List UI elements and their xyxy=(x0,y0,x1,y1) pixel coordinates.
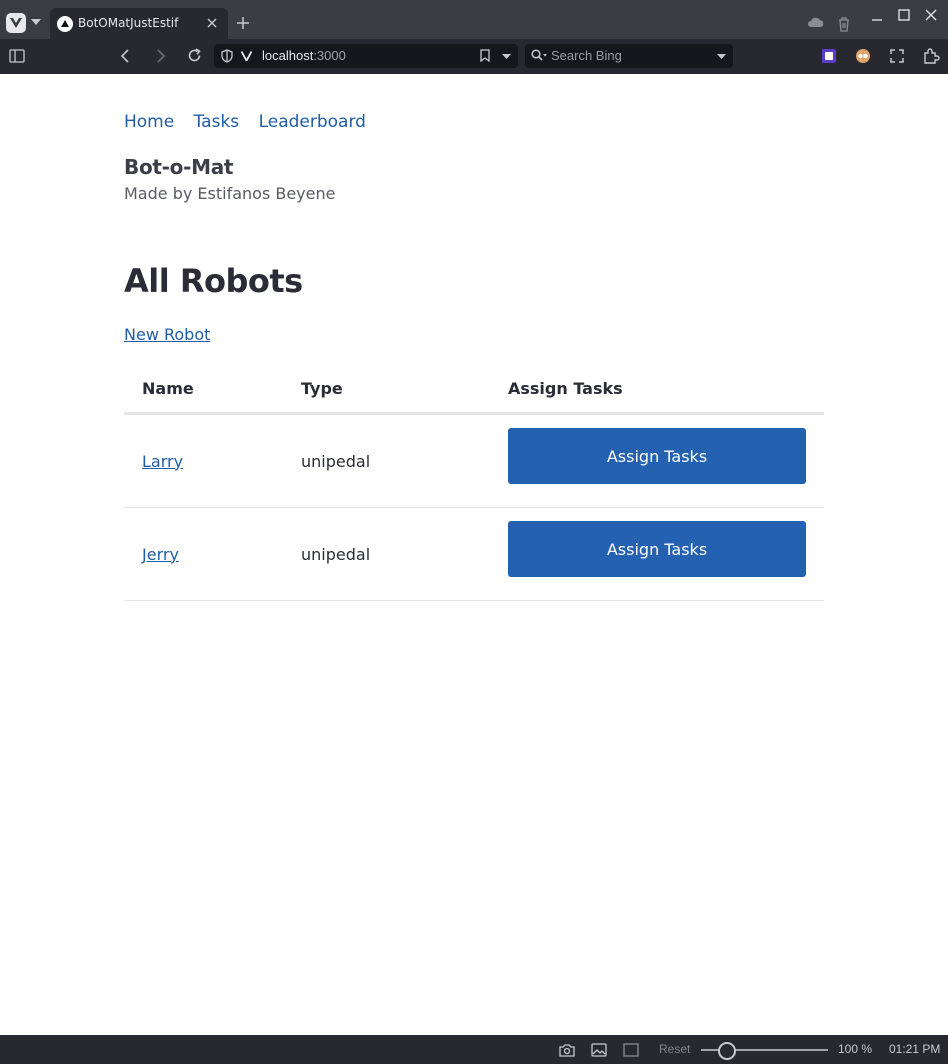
camera-icon[interactable] xyxy=(559,1043,575,1057)
privacy-extension-icon[interactable] xyxy=(821,48,837,64)
search-icon xyxy=(531,49,547,61)
tab-active[interactable]: BotOMatJustEstif xyxy=(50,8,228,39)
new-robot-link[interactable]: New Robot xyxy=(124,325,210,344)
site-subtitle: Made by Estifanos Beyene xyxy=(124,184,336,203)
robot-link-jerry[interactable]: Jerry xyxy=(142,545,179,564)
robot-link-larry[interactable]: Larry xyxy=(142,452,183,471)
panel-toggle-icon[interactable] xyxy=(9,49,25,63)
new-tab-icon[interactable] xyxy=(236,16,250,30)
maximize-icon[interactable] xyxy=(898,9,910,21)
zoom-reset-button[interactable]: Reset xyxy=(659,1042,690,1056)
favicon-icon xyxy=(57,16,73,32)
table-row: Larry unipedal Assign Tasks xyxy=(124,413,824,508)
tab-menu-chevron-icon[interactable] xyxy=(31,19,41,25)
table-header-row: Name Type Assign Tasks xyxy=(124,364,824,415)
site-title: Bot-o-Mat xyxy=(124,155,234,179)
assign-tasks-button[interactable]: Assign Tasks xyxy=(508,428,806,484)
column-header-name: Name xyxy=(124,364,283,415)
search-bar[interactable]: Search Bing xyxy=(525,44,733,68)
extensions-puzzle-icon[interactable] xyxy=(922,47,940,65)
page-title: All Robots xyxy=(124,262,303,300)
address-url[interactable]: localhost:3000 xyxy=(262,48,346,63)
reload-icon[interactable] xyxy=(187,48,202,63)
vivaldi-site-icon xyxy=(241,51,252,61)
search-input[interactable]: Search Bing xyxy=(551,48,622,63)
browser-tab-bar: BotOMatJustEstif xyxy=(0,0,948,39)
clock: 01:21 PM xyxy=(889,1042,941,1056)
tab-close-icon[interactable] xyxy=(206,17,218,29)
minimize-icon[interactable] xyxy=(871,14,883,26)
main-nav: Home Tasks Leaderboard xyxy=(124,112,380,132)
robot-type-cell: unipedal xyxy=(283,507,490,601)
column-header-type: Type xyxy=(283,364,490,415)
search-engine-dropdown-icon[interactable] xyxy=(717,54,726,59)
image-icon[interactable] xyxy=(591,1043,607,1057)
trash-icon[interactable] xyxy=(837,16,851,32)
reader-extension-icon[interactable] xyxy=(855,48,871,64)
nav-link-home[interactable]: Home xyxy=(124,112,174,132)
cloud-sync-icon[interactable] xyxy=(807,16,825,28)
browser-status-bar: Reset 100 % 01:21 PM xyxy=(0,1035,948,1064)
address-dropdown-icon[interactable] xyxy=(502,54,511,59)
zoom-level: 100 % xyxy=(838,1042,873,1056)
tab-title: BotOMatJustEstif xyxy=(78,16,179,30)
column-header-assign-tasks: Assign Tasks xyxy=(490,364,824,415)
robots-table: Name Type Assign Tasks Larry unipedal As… xyxy=(124,364,824,601)
close-window-icon[interactable] xyxy=(925,9,937,21)
zoom-slider-thumb[interactable] xyxy=(718,1042,736,1060)
nav-link-leaderboard[interactable]: Leaderboard xyxy=(259,112,366,132)
back-icon[interactable] xyxy=(120,49,130,63)
forward-icon[interactable] xyxy=(156,49,166,63)
nav-link-tasks[interactable]: Tasks xyxy=(194,112,240,132)
assign-tasks-button[interactable]: Assign Tasks xyxy=(508,521,806,577)
vivaldi-menu-icon[interactable] xyxy=(6,13,26,33)
bookmark-icon[interactable] xyxy=(480,49,490,62)
shield-icon[interactable] xyxy=(221,49,233,63)
robot-type-cell: unipedal xyxy=(283,413,490,508)
browser-toolbar: localhost:3000 Search Bing xyxy=(0,39,948,74)
address-bar[interactable]: localhost:3000 xyxy=(214,44,518,68)
capture-extension-icon[interactable] xyxy=(890,49,904,63)
page-tiling-icon[interactable] xyxy=(623,1043,639,1057)
table-row: Jerry unipedal Assign Tasks xyxy=(124,507,824,601)
